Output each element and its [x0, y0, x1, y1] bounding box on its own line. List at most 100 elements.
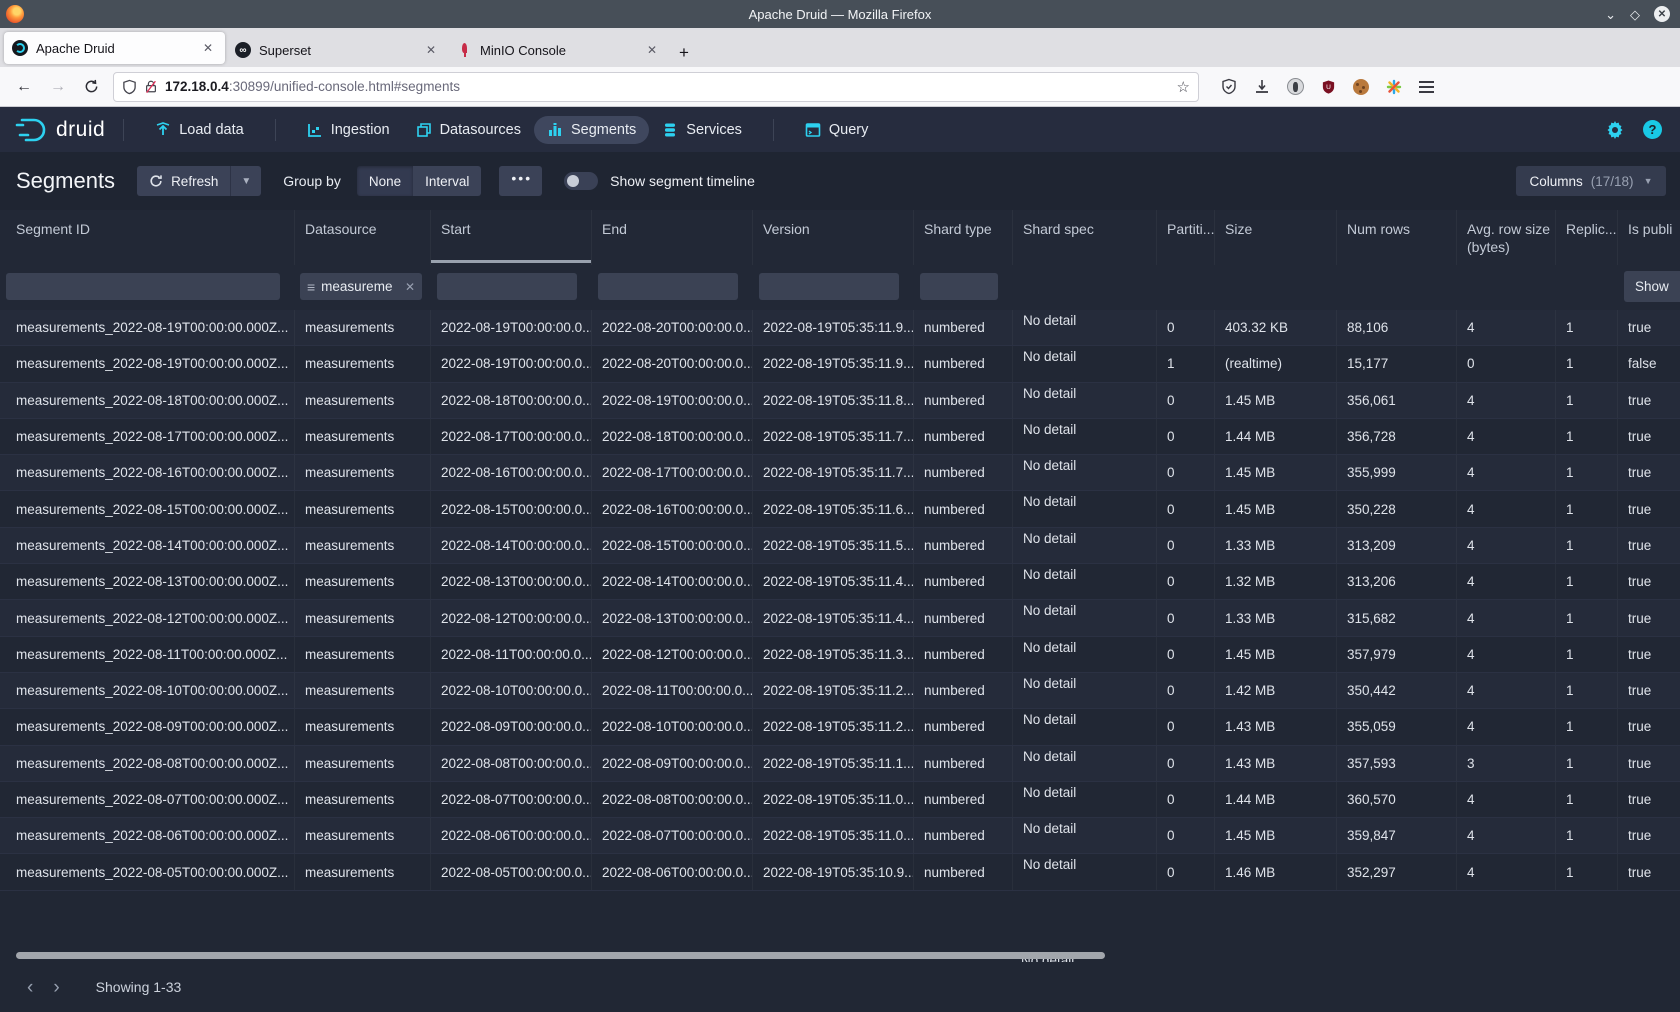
cell-num-rows: 352,297	[1337, 854, 1457, 889]
nav-item-services[interactable]: Services	[649, 116, 755, 144]
filter-input-shard-type[interactable]	[920, 273, 998, 300]
filter-input-start[interactable]	[437, 273, 577, 300]
insecure-lock-icon[interactable]	[144, 79, 158, 94]
column-header-shard-spec[interactable]: Shard spec	[1013, 210, 1157, 265]
refresh-dropdown-button[interactable]: ▼	[230, 166, 261, 196]
table-row[interactable]: measurements_2022-08-07T00:00:00.000Z...…	[0, 782, 1680, 818]
column-header-datasource[interactable]: Datasource	[295, 210, 431, 265]
gear-icon[interactable]	[1605, 120, 1625, 140]
tab-close-icon[interactable]: ✕	[643, 41, 661, 59]
columns-button[interactable]: Columns (17/18) ▼	[1516, 166, 1666, 196]
help-icon[interactable]: ?	[1643, 120, 1662, 139]
tracking-shield-icon[interactable]	[122, 79, 137, 95]
forward-icon[interactable]: →	[50, 78, 66, 96]
table-row[interactable]: measurements_2022-08-19T00:00:00.000Z...…	[0, 346, 1680, 382]
tab-minio-console[interactable]: MinIO Console ✕	[448, 33, 669, 67]
bookmark-star-icon[interactable]: ☆	[1177, 78, 1190, 96]
new-tab-button[interactable]: +	[669, 43, 699, 67]
url-text[interactable]: 172.18.0.4:30899/unified-console.html#se…	[165, 79, 1170, 94]
table-row[interactable]: measurements_2022-08-13T00:00:00.000Z...…	[0, 564, 1680, 600]
more-options-button[interactable]: •••	[499, 166, 542, 196]
segment-timeline-toggle[interactable]	[564, 172, 598, 190]
druid-logo[interactable]: druid	[0, 117, 105, 143]
table-row[interactable]: measurements_2022-08-15T00:00:00.000Z...…	[0, 491, 1680, 527]
next-page-icon[interactable]: ›	[43, 978, 69, 997]
back-icon[interactable]: ←	[16, 78, 32, 96]
nav-item-query[interactable]: Query	[792, 116, 882, 144]
cell-start: 2022-08-08T00:00:00.0...	[431, 746, 592, 781]
tab-apache-druid[interactable]: Apache Druid ✕	[4, 32, 225, 64]
cell-start: 2022-08-17T00:00:00.0...	[431, 419, 592, 454]
cell-version: 2022-08-19T05:35:11.9...	[753, 346, 914, 381]
cell-end: 2022-08-18T00:00:00.0...	[592, 419, 753, 454]
menu-icon[interactable]	[1419, 81, 1434, 93]
table-row[interactable]: measurements_2022-08-19T00:00:00.000Z...…	[0, 310, 1680, 346]
remove-filter-icon[interactable]: ✕	[405, 280, 415, 294]
column-header-partiti[interactable]: Partiti...	[1157, 210, 1215, 265]
column-header-segment-id[interactable]: Segment ID	[0, 210, 295, 265]
cell-num-rows: 359,847	[1337, 818, 1457, 853]
reload-icon[interactable]	[84, 79, 99, 94]
cookie-extension-icon[interactable]	[1353, 79, 1369, 95]
table-row[interactable]: measurements_2022-08-18T00:00:00.000Z...…	[0, 383, 1680, 419]
nav-item-segments[interactable]: Segments	[534, 116, 649, 144]
table-row[interactable]: measurements_2022-08-16T00:00:00.000Z...…	[0, 455, 1680, 491]
minimize-icon[interactable]: ⌄	[1605, 8, 1616, 21]
previous-page-icon[interactable]: ‹	[17, 978, 43, 997]
column-header-end[interactable]: End	[592, 210, 753, 265]
url-bar[interactable]: 172.18.0.4:30899/unified-console.html#se…	[113, 72, 1199, 102]
cell-replic: 1	[1556, 818, 1618, 853]
downloads-icon[interactable]	[1254, 79, 1270, 95]
pinwheel-extension-icon[interactable]	[1386, 79, 1402, 95]
column-header-num-rows[interactable]: Num rows	[1337, 210, 1457, 265]
table-row[interactable]: measurements_2022-08-09T00:00:00.000Z...…	[0, 709, 1680, 745]
close-icon[interactable]: ✕	[1654, 6, 1670, 22]
column-header-size[interactable]: Size	[1215, 210, 1337, 265]
table-row[interactable]: measurements_2022-08-11T00:00:00.000Z...…	[0, 637, 1680, 673]
column-header-avg-row-size-bytes[interactable]: Avg. row size (bytes)	[1457, 210, 1556, 265]
filter-cell-replic	[1556, 265, 1618, 310]
protections-shield-icon[interactable]	[1221, 78, 1237, 95]
table-row[interactable]: measurements_2022-08-14T00:00:00.000Z...…	[0, 528, 1680, 564]
tab-close-icon[interactable]: ✕	[422, 41, 440, 59]
table-row[interactable]: measurements_2022-08-10T00:00:00.000Z...…	[0, 673, 1680, 709]
refresh-button[interactable]: Refresh	[137, 166, 230, 196]
table-row[interactable]: measurements_2022-08-08T00:00:00.000Z...…	[0, 746, 1680, 782]
table-row[interactable]: measurements_2022-08-17T00:00:00.000Z...…	[0, 419, 1680, 455]
cell-partiti: 0	[1157, 637, 1215, 672]
nav-item-datasources[interactable]: Datasources	[403, 116, 534, 144]
tab-superset[interactable]: ∞ Superset ✕	[227, 33, 448, 67]
nav-item-load-data[interactable]: Load data	[142, 116, 257, 144]
extension-badge-icon[interactable]	[1287, 78, 1304, 95]
showing-label: Showing 1-33	[96, 979, 182, 995]
column-header-replic[interactable]: Replic...	[1556, 210, 1618, 265]
is-published-filter-button[interactable]: Show	[1624, 271, 1680, 302]
table-row[interactable]: measurements_2022-08-12T00:00:00.000Z...…	[0, 600, 1680, 636]
horizontal-scrollbar[interactable]	[16, 952, 1105, 959]
cell-replic: 1	[1556, 455, 1618, 490]
datasource-filter-tag[interactable]: ≡measureme✕	[300, 273, 422, 300]
filter-cell-partiti	[1157, 265, 1215, 310]
cell-version: 2022-08-19T05:35:11.7...	[753, 455, 914, 490]
group-by-interval-button[interactable]: Interval	[413, 166, 481, 196]
table-row[interactable]: measurements_2022-08-06T00:00:00.000Z...…	[0, 818, 1680, 854]
column-header-version[interactable]: Version	[753, 210, 914, 265]
column-header-shard-type[interactable]: Shard type	[914, 210, 1013, 265]
nav-item-ingestion[interactable]: Ingestion	[294, 116, 403, 144]
column-header-start[interactable]: Start	[431, 210, 592, 265]
cell-is-publi: true	[1618, 854, 1680, 889]
filter-input-segment-id[interactable]	[6, 273, 280, 300]
cell-datasource: measurements	[295, 564, 431, 599]
cell-shard-type: numbered	[914, 854, 1013, 889]
tab-close-icon[interactable]: ✕	[199, 39, 217, 57]
druid-navbar: druid Load data Ingestion Datasources Se…	[0, 107, 1680, 152]
table-header-row: Segment IDDatasourceStartEndVersionShard…	[0, 210, 1680, 265]
group-by-none-button[interactable]: None	[357, 166, 413, 196]
table-row[interactable]: measurements_2022-08-05T00:00:00.000Z...…	[0, 854, 1680, 890]
ublock-icon[interactable]: U	[1321, 79, 1336, 95]
filter-input-version[interactable]	[759, 273, 899, 300]
filter-input-end[interactable]	[598, 273, 738, 300]
column-header-is-publi[interactable]: Is publi	[1618, 210, 1680, 265]
maximize-icon[interactable]: ◇	[1630, 8, 1640, 21]
cell-is-publi: true	[1618, 455, 1680, 490]
